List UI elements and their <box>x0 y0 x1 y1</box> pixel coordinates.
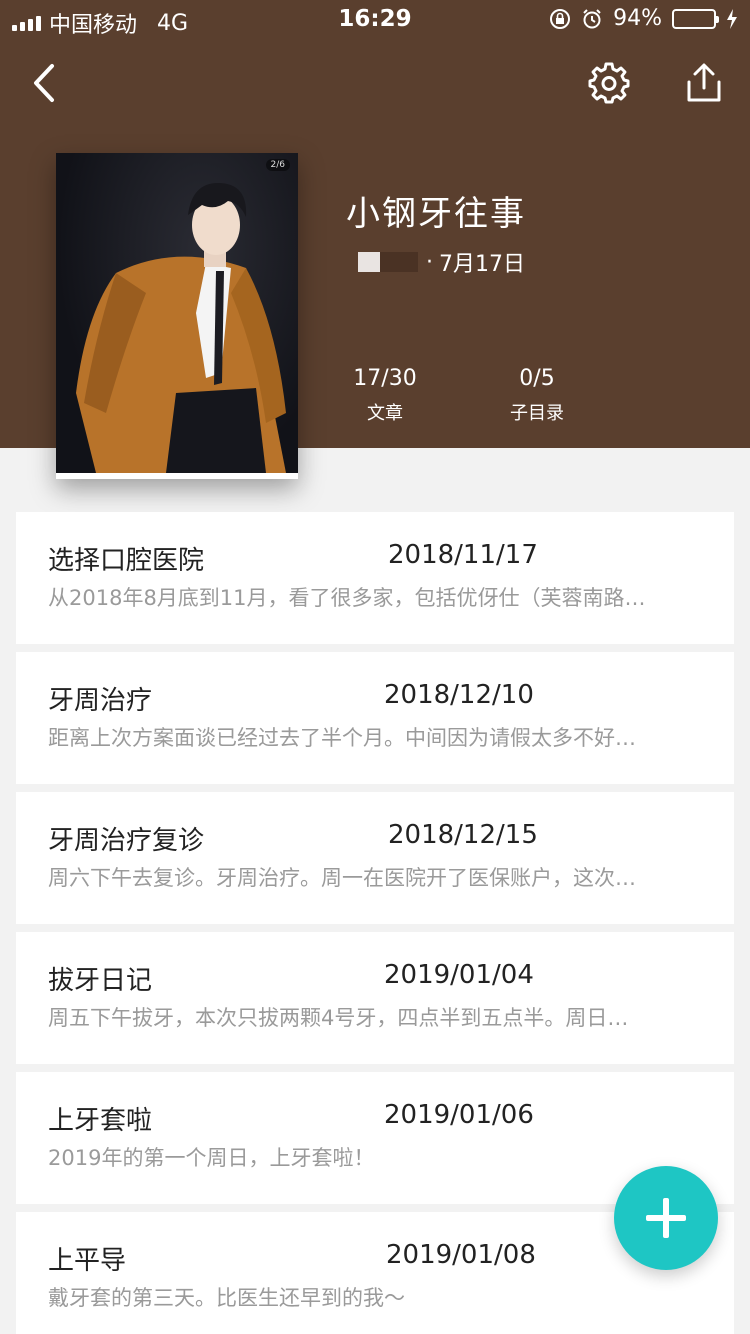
notebook-date: 7月17日 <box>439 252 525 277</box>
article-date: 2019/01/08 <box>386 1240 536 1270</box>
article-summary: 从2018年8月底到11月，看了很多家，包括优伢仕（芙蓉南路… <box>48 586 646 610</box>
add-article-button[interactable] <box>614 1166 718 1270</box>
article-title: 上平导 <box>48 1246 127 1276</box>
cover-badge: 2/6 <box>265 159 290 171</box>
gear-icon[interactable] <box>588 62 630 104</box>
stat-articles[interactable]: 17/30 文章 <box>325 366 445 425</box>
page: 中国移动 4G 16:29 94% 2/6 小钢牙往事 · 7月17日 17/3… <box>0 0 750 1334</box>
status-right: 94% <box>549 6 738 31</box>
article-summary: 周五下午拔牙，本次只拔两颗4号牙，四点半到五点半。周日… <box>48 1006 629 1030</box>
notebook-title: 小钢牙往事 <box>346 194 526 234</box>
portrait-illustration <box>76 183 286 473</box>
article-summary: 2019年的第一个周日，上牙套啦！ <box>48 1146 375 1170</box>
back-icon[interactable] <box>26 60 66 106</box>
stat-articles-value: 17/30 <box>353 366 417 391</box>
article-card[interactable]: 选择口腔医院 2018/11/17 从2018年8月底到11月，看了很多家，包括… <box>16 512 734 644</box>
battery-percent: 94% <box>613 6 662 31</box>
article-title: 牙周治疗复诊 <box>48 826 205 856</box>
article-title: 选择口腔医院 <box>48 546 205 576</box>
cover-photo: 2/6 <box>56 153 298 473</box>
article-card[interactable]: 牙周治疗 2018/12/10 距离上次方案面谈已经过去了半个月。中间因为请假太… <box>16 652 734 784</box>
article-card[interactable]: 拔牙日记 2019/01/04 周五下午拔牙，本次只拔两颗4号牙，四点半到五点半… <box>16 932 734 1064</box>
meta-dot: · <box>426 249 433 275</box>
article-summary: 戴牙套的第三天。比医生还早到的我～ <box>48 1286 405 1310</box>
author-avatar <box>358 252 418 272</box>
notebook-meta: · 7月17日 <box>358 246 525 278</box>
article-card[interactable]: 牙周治疗复诊 2018/12/15 周六下午去复诊。牙周治疗。周一在医院开了医保… <box>16 792 734 924</box>
header: 中国移动 4G 16:29 94% 2/6 小钢牙往事 · 7月17日 17/3… <box>0 0 750 479</box>
article-date: 2018/12/15 <box>388 820 538 850</box>
alarm-icon <box>583 8 601 28</box>
share-icon[interactable] <box>684 62 724 104</box>
status-bar: 中国移动 4G 16:29 94% <box>0 0 750 40</box>
article-summary: 周六下午去复诊。牙周治疗。周一在医院开了医保账户，这次… <box>48 866 636 890</box>
stat-subdirectories[interactable]: 0/5 子目录 <box>477 366 597 425</box>
orientation-lock-icon <box>550 8 571 29</box>
article-date: 2018/11/17 <box>388 540 538 570</box>
stat-articles-label: 文章 <box>367 403 403 424</box>
battery-icon <box>672 8 719 29</box>
article-title: 上牙套啦 <box>48 1106 153 1136</box>
stat-subdirectories-value: 0/5 <box>519 366 555 391</box>
article-title: 牙周治疗 <box>48 686 153 716</box>
charging-icon <box>727 8 737 29</box>
article-date: 2019/01/06 <box>384 1100 534 1130</box>
article-date: 2019/01/04 <box>384 960 534 990</box>
article-date: 2018/12/10 <box>384 680 534 710</box>
article-title: 拔牙日记 <box>48 966 153 996</box>
article-summary: 距离上次方案面谈已经过去了半个月。中间因为请假太多不好… <box>48 726 636 750</box>
cover-image[interactable]: 2/6 <box>56 153 298 479</box>
stat-subdirectories-label: 子目录 <box>510 403 564 424</box>
